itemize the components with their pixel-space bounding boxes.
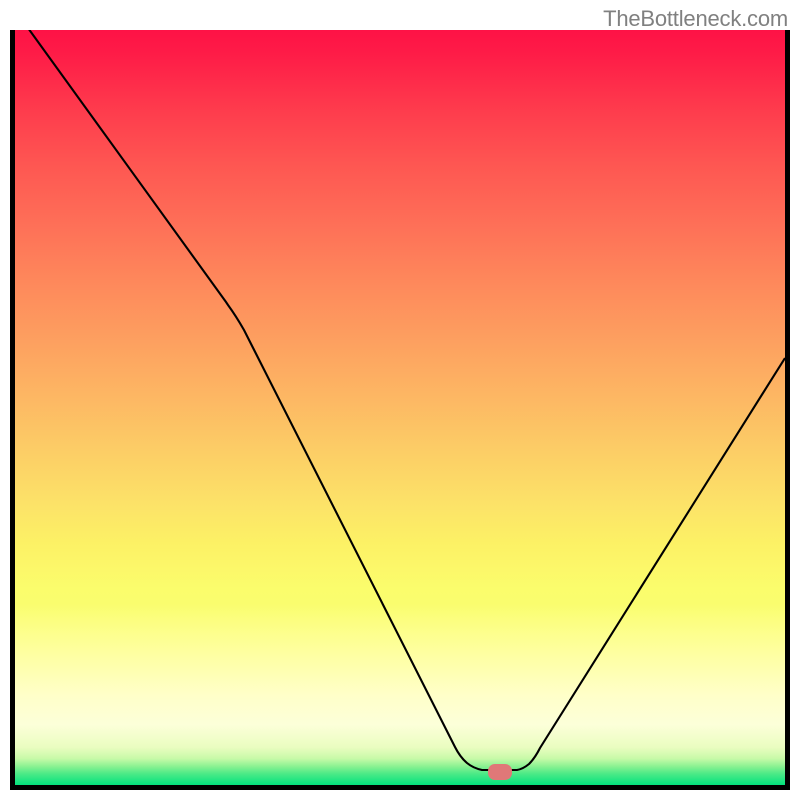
attribution-label: TheBottleneck.com xyxy=(603,6,788,32)
bottleneck-curve xyxy=(15,30,785,785)
chart-container: TheBottleneck.com xyxy=(0,0,800,800)
optimal-point-marker xyxy=(488,764,512,780)
plot-area xyxy=(10,30,790,790)
